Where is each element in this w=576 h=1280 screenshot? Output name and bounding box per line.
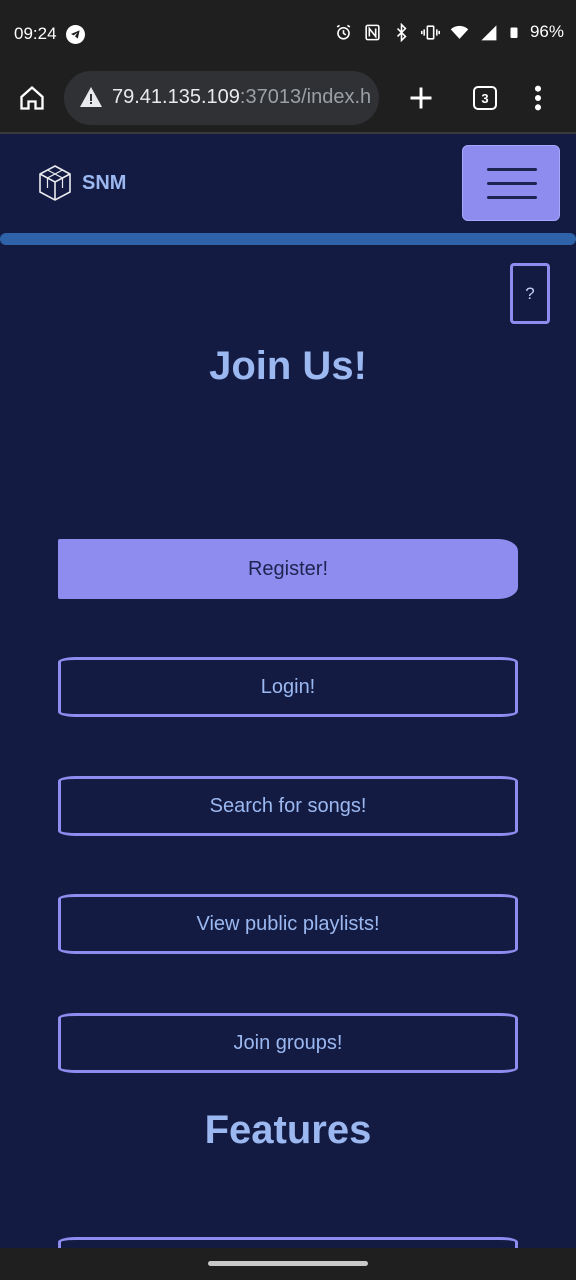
vibrate-icon — [420, 24, 440, 40]
login-button[interactable]: Login! — [58, 657, 518, 717]
nfc-icon — [365, 24, 380, 40]
home-icon[interactable] — [18, 84, 46, 112]
join-heading: Join Us! — [209, 344, 367, 388]
search-songs-button[interactable]: Search for songs! — [58, 776, 518, 836]
gesture-handle[interactable] — [208, 1261, 368, 1266]
hamburger-line — [487, 196, 537, 199]
system-nav-bar — [0, 1248, 576, 1280]
hamburger-line — [487, 168, 537, 171]
battery-icon — [510, 27, 518, 38]
clock: 09:24 — [14, 24, 57, 43]
menu-toggle-button[interactable] — [462, 145, 560, 221]
public-playlists-button[interactable]: View public playlists! — [58, 894, 518, 954]
wifi-icon — [450, 25, 469, 39]
battery-percent: 96% — [529, 22, 564, 41]
tab-switcher-button[interactable]: 3 — [473, 86, 497, 110]
status-bar: 09:24 96% — [0, 0, 576, 64]
status-icons: 96% — [334, 22, 564, 42]
alarm-icon — [336, 24, 351, 40]
help-button[interactable]: ? — [510, 263, 550, 324]
url-text: 79.41.135.109:37013/index.h — [112, 86, 372, 108]
new-tab-icon[interactable] — [407, 84, 435, 112]
address-bar[interactable]: 79.41.135.109:37013/index.h — [64, 71, 379, 125]
site-navbar: SNM — [0, 136, 576, 232]
bluetooth-icon — [396, 22, 407, 42]
features-heading: Features — [204, 1108, 372, 1152]
more-options-icon[interactable] — [530, 84, 546, 112]
browser-toolbar: 79.41.135.109:37013/index.h 3 — [0, 64, 576, 134]
warning-icon[interactable] — [79, 85, 103, 109]
cube-logo-icon — [39, 165, 71, 201]
signal-icon — [481, 24, 497, 40]
progress-bar — [0, 233, 576, 245]
hamburger-line — [487, 182, 537, 185]
site-logo[interactable]: SNM — [38, 164, 126, 202]
join-groups-button[interactable]: Join groups! — [58, 1013, 518, 1073]
telegram-icon — [66, 25, 85, 44]
register-button[interactable]: Register! — [58, 539, 518, 599]
brand-name: SNM — [82, 171, 127, 194]
